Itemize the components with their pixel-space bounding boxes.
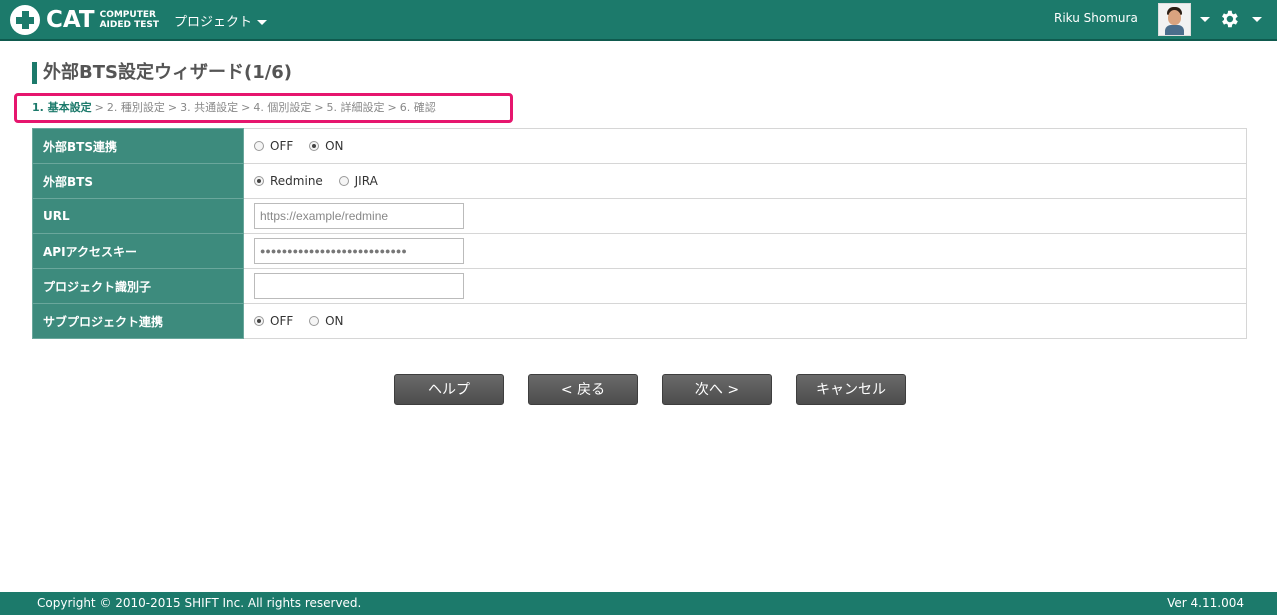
gear-icon[interactable]: [1218, 8, 1240, 30]
avatar-body: [1165, 25, 1184, 35]
step-separator: >: [241, 101, 251, 114]
step-separator: >: [314, 101, 324, 114]
radio-icon: [338, 175, 349, 186]
bts-type-options: Redmine JIRA: [243, 163, 1247, 199]
step-6: 6. 確認: [399, 101, 436, 114]
bts-link-on-radio[interactable]: ON: [309, 138, 344, 153]
bts-link-options: OFF ON: [243, 128, 1247, 164]
project-id-cell: [243, 268, 1247, 304]
help-button[interactable]: ヘルプ: [394, 374, 504, 405]
cat-logo[interactable]: CAT COMPUTER AIDED TEST: [10, 4, 159, 36]
subproject-off-radio[interactable]: OFF: [254, 314, 293, 328]
logo-sub-line1: COMPUTER: [99, 10, 156, 20]
row-project-id: プロジェクト識別子: [32, 268, 1247, 304]
step-separator: >: [167, 101, 178, 114]
user-menu-chevron-down-icon[interactable]: [1200, 17, 1210, 22]
url-label: URL: [32, 198, 244, 234]
bts-type-label: 外部BTS: [32, 163, 244, 199]
url-cell: [243, 198, 1247, 234]
radio-selected-icon: [254, 175, 264, 186]
bts-link-label: 外部BTS連携: [32, 128, 244, 164]
logo-subtitle: COMPUTER AIDED TEST: [100, 10, 159, 30]
cross-logo-icon: [10, 5, 40, 35]
wizard-steps: 1. 基本設定 >2. 種別設定 >3. 共通設定 >4. 個別設定 >5. 詳細設定 >…: [14, 93, 513, 123]
step-5: 5. 詳細設定: [326, 101, 385, 114]
copyright: Copyright © 2010-2015 SHIFT Inc. All rig…: [37, 596, 362, 610]
avatar[interactable]: [1158, 3, 1191, 36]
next-button[interactable]: 次へ >: [662, 374, 772, 405]
project-menu[interactable]: プロジェクト: [174, 11, 268, 30]
back-button[interactable]: < 戻る: [528, 374, 638, 405]
avatar-face: [1168, 10, 1181, 25]
radio-label: ON: [325, 313, 344, 328]
logo-sub-line2: AIDED TEST: [99, 20, 160, 30]
bts-link-off-radio[interactable]: OFF: [254, 139, 293, 153]
project-menu-label: プロジェクト: [174, 15, 253, 30]
step-separator: >: [94, 101, 104, 114]
version: Ver 4.11.004: [1167, 596, 1244, 610]
url-input[interactable]: [254, 203, 464, 229]
radio-label: JIRA: [354, 173, 378, 188]
radio-label: OFF: [270, 313, 294, 328]
radio-icon: [309, 315, 320, 326]
bts-settings-form: 外部BTS連携 OFF ON 外部BTS Redmine JIRA URL AP…: [32, 128, 1247, 339]
step-3: 3. 共通設定: [180, 101, 239, 114]
subproject-label: サブプロジェクト連携: [32, 303, 244, 339]
step-4: 4. 個別設定: [253, 101, 312, 114]
step-2: 2. 種別設定: [106, 101, 165, 114]
step-separator: >: [387, 101, 397, 114]
project-id-input[interactable]: [254, 273, 464, 299]
row-bts-link: 外部BTS連携 OFF ON: [32, 128, 1247, 164]
settings-chevron-down-icon[interactable]: [1252, 17, 1262, 22]
radio-selected-icon: [309, 140, 320, 151]
row-url: URL: [32, 198, 1247, 234]
page-title: 外部BTS設定ウィザード(1/6): [32, 62, 292, 84]
subproject-on-radio[interactable]: ON: [309, 313, 344, 328]
radio-label: ON: [325, 138, 344, 153]
api-key-cell: [243, 233, 1247, 269]
row-api-key: APIアクセスキー: [32, 233, 1247, 269]
api-key-label: APIアクセスキー: [32, 233, 244, 269]
step-1: 1. 基本設定: [32, 101, 92, 114]
subproject-options: OFF ON: [243, 303, 1247, 339]
top-bar: CAT COMPUTER AIDED TEST プロジェクト Riku Shom…: [0, 0, 1277, 41]
bts-redmine-radio[interactable]: Redmine: [254, 174, 323, 188]
chevron-down-icon: [257, 20, 268, 25]
footer: Copyright © 2010-2015 SHIFT Inc. All rig…: [0, 592, 1277, 615]
bts-jira-radio[interactable]: JIRA: [338, 173, 378, 188]
radio-label: OFF: [270, 138, 294, 153]
radio-label: Redmine: [270, 173, 323, 188]
cancel-button[interactable]: キャンセル: [796, 374, 906, 405]
api-key-input[interactable]: [254, 238, 464, 264]
row-bts-type: 外部BTS Redmine JIRA: [32, 163, 1247, 199]
row-subproject: サブプロジェクト連携 OFF ON: [32, 303, 1247, 339]
user-name: Riku Shomura: [1054, 11, 1138, 25]
project-id-label: プロジェクト識別子: [32, 268, 244, 304]
radio-icon: [254, 140, 264, 151]
radio-selected-icon: [254, 315, 264, 326]
logo-text: CAT: [46, 7, 95, 33]
